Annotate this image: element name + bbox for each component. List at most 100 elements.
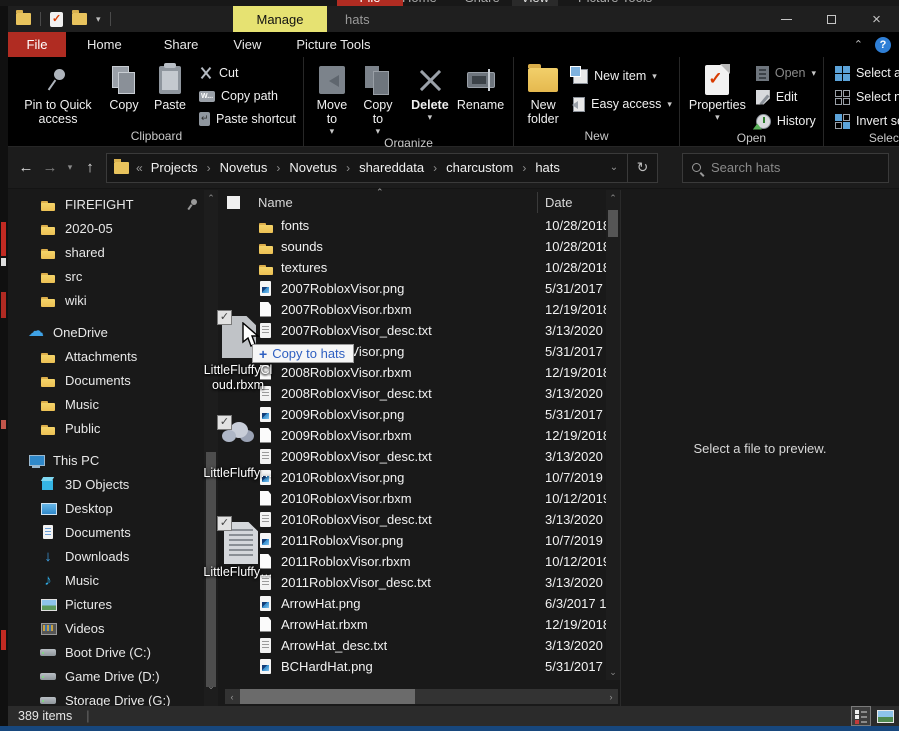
breadcrumb[interactable]: « Projects›Novetus›Novetus›shareddata›ch…: [106, 153, 658, 183]
qat-folder-icon[interactable]: [16, 13, 31, 25]
scroll-down-icon[interactable]: ⌄: [204, 681, 218, 692]
sidebar-item[interactable]: wiki: [8, 288, 204, 312]
sidebar-item[interactable]: Game Drive (D:): [8, 664, 204, 688]
sidebar-item[interactable]: Pictures: [8, 592, 204, 616]
horizontal-scrollbar[interactable]: ‹ ›: [225, 689, 618, 704]
open-button[interactable]: Open ▾: [756, 63, 816, 83]
file-row[interactable]: 2010RobloxVisor_desc.txt 3/13/2020 8: [218, 509, 620, 530]
file-row[interactable]: 2010RobloxVisor.png 10/7/2019 3: [218, 467, 620, 488]
breadcrumb-segment[interactable]: hats: [535, 160, 560, 175]
file-row[interactable]: sounds 10/28/2018: [218, 236, 620, 257]
recent-locations-chevron-icon[interactable]: ▾: [62, 162, 78, 173]
back-button[interactable]: ←: [14, 159, 38, 176]
column-header-name[interactable]: Name: [258, 195, 293, 210]
sidebar-item[interactable]: Attachments: [8, 344, 204, 368]
file-row[interactable]: ArrowHat_desc.txt 3/13/2020 8: [218, 635, 620, 656]
copy-button[interactable]: Copy: [101, 60, 147, 112]
breadcrumb-overflow-icon[interactable]: «: [136, 161, 143, 175]
breadcrumb-segment[interactable]: Novetus: [220, 160, 268, 175]
sidebar-item[interactable]: Boot Drive (C:): [8, 640, 204, 664]
new-item-button[interactable]: New item ▾: [573, 66, 672, 86]
rename-button[interactable]: Rename: [453, 60, 508, 112]
breadcrumb-segment[interactable]: shareddata: [359, 160, 424, 175]
forward-button[interactable]: →: [38, 159, 62, 176]
file-row[interactable]: fonts 10/28/2018: [218, 215, 620, 236]
file-list-scrollbar[interactable]: ⌃ ⌄: [606, 190, 620, 680]
sidebar-item-onedrive[interactable]: OneDrive: [8, 320, 204, 344]
tab-home[interactable]: Home: [66, 32, 143, 57]
sidebar-item[interactable]: Music: [8, 568, 204, 592]
tab-view[interactable]: View: [219, 32, 275, 57]
file-row[interactable]: 2010RobloxVisor.rbxm 10/12/2019: [218, 488, 620, 509]
copy-path-button[interactable]: W... Copy path: [199, 86, 296, 106]
sidebar-item[interactable]: Music: [8, 392, 204, 416]
scroll-up-icon[interactable]: ⌃: [204, 193, 218, 204]
sidebar-item[interactable]: FIREFIGHT: [8, 192, 204, 216]
properties-button[interactable]: Properties ▾: [685, 60, 750, 122]
file-row[interactable]: 2007RobloxVisor.rbxm 12/19/2018: [218, 299, 620, 320]
sidebar-item[interactable]: Public: [8, 416, 204, 440]
file-row[interactable]: ArrowHat.rbxm 12/19/2018: [218, 614, 620, 635]
tab-file[interactable]: File: [8, 32, 66, 57]
qat-properties-icon[interactable]: [50, 12, 63, 27]
column-header-date[interactable]: Date: [545, 195, 572, 210]
invert-selection-button[interactable]: Invert selection: [835, 111, 899, 131]
delete-button[interactable]: Delete ▾: [407, 60, 453, 122]
file-row[interactable]: 2011RobloxVisor_desc.txt 3/13/2020 8: [218, 572, 620, 593]
qat-customize-chevron-icon[interactable]: ▾: [96, 14, 101, 25]
minimize-button[interactable]: [764, 6, 809, 32]
sidebar-item[interactable]: 2020-05: [8, 216, 204, 240]
collapse-ribbon-icon[interactable]: ⌃: [854, 38, 863, 51]
sidebar-item[interactable]: shared: [8, 240, 204, 264]
tab-share[interactable]: Share: [143, 32, 220, 57]
refresh-icon[interactable]: ↻: [627, 154, 657, 182]
file-row[interactable]: 2007RobloxVisor_desc.txt 3/13/2020 8: [218, 320, 620, 341]
up-button[interactable]: ↑: [78, 159, 102, 176]
edit-button[interactable]: Edit: [756, 87, 816, 107]
maximize-button[interactable]: [809, 6, 854, 32]
scroll-right-icon[interactable]: ›: [604, 692, 618, 702]
sidebar-item[interactable]: src: [8, 264, 204, 288]
file-row[interactable]: 2009RobloxVisor.png 5/31/2017 7: [218, 404, 620, 425]
tab-picture-tools[interactable]: Picture Tools: [275, 32, 391, 57]
file-row[interactable]: 2009RobloxVisor_desc.txt 3/13/2020 8: [218, 446, 620, 467]
file-row[interactable]: textures 10/28/2018: [218, 257, 620, 278]
sidebar-item[interactable]: Documents: [8, 520, 204, 544]
file-row[interactable]: 2009RobloxVisor.rbxm 12/19/2018: [218, 425, 620, 446]
close-button[interactable]: ×: [854, 6, 899, 32]
file-row[interactable]: BCHardHat.png 5/31/2017 7: [218, 656, 620, 677]
scroll-up-icon[interactable]: ⌃: [606, 193, 620, 204]
file-row[interactable]: 2008RobloxVisor.rbxm 12/19/2018: [218, 362, 620, 383]
cut-button[interactable]: Cut: [199, 63, 296, 83]
sidebar-item[interactable]: 3D Objects: [8, 472, 204, 496]
select-all-checkbox[interactable]: [227, 196, 240, 209]
search-input[interactable]: [709, 159, 859, 176]
address-dropdown-chevron-icon[interactable]: ⌄: [601, 162, 627, 173]
breadcrumb-segment[interactable]: charcustom: [446, 160, 513, 175]
copy-to-button[interactable]: Copy to ▾: [355, 60, 401, 136]
sidebar-item[interactable]: Videos: [8, 616, 204, 640]
breadcrumb-segment[interactable]: Novetus: [289, 160, 337, 175]
sidebar-item[interactable]: Desktop: [8, 496, 204, 520]
sidebar-item-this-pc[interactable]: This PC: [8, 448, 204, 472]
thumbnails-view-button[interactable]: [875, 706, 895, 726]
new-folder-button[interactable]: New folder: [519, 60, 567, 126]
history-button[interactable]: History: [756, 111, 816, 131]
sidebar-scrollbar[interactable]: ⌃ ⌄: [204, 190, 218, 706]
pin-to-quick-access-button[interactable]: Pin to Quick access: [15, 60, 101, 126]
file-row[interactable]: 2011RobloxVisor.rbxm 10/12/2019: [218, 551, 620, 572]
paste-button[interactable]: Paste: [147, 60, 193, 112]
qat-new-folder-icon[interactable]: [72, 13, 87, 25]
scroll-left-icon[interactable]: ‹: [225, 692, 239, 702]
select-none-button[interactable]: Select none: [835, 87, 899, 107]
help-icon[interactable]: ?: [875, 37, 891, 53]
file-row[interactable]: 2011RobloxVisor.png 10/7/2019 3: [218, 530, 620, 551]
easy-access-button[interactable]: Easy access ▾: [573, 94, 672, 114]
move-to-button[interactable]: Move to ▾: [309, 60, 355, 136]
file-row[interactable]: 2007RobloxVisor.png 5/31/2017 7: [218, 278, 620, 299]
details-view-button[interactable]: [851, 706, 871, 726]
scroll-down-icon[interactable]: ⌄: [606, 667, 620, 678]
select-all-button[interactable]: Select all: [835, 63, 899, 83]
paste-shortcut-button[interactable]: Paste shortcut: [199, 109, 296, 129]
sidebar-item[interactable]: Documents: [8, 368, 204, 392]
